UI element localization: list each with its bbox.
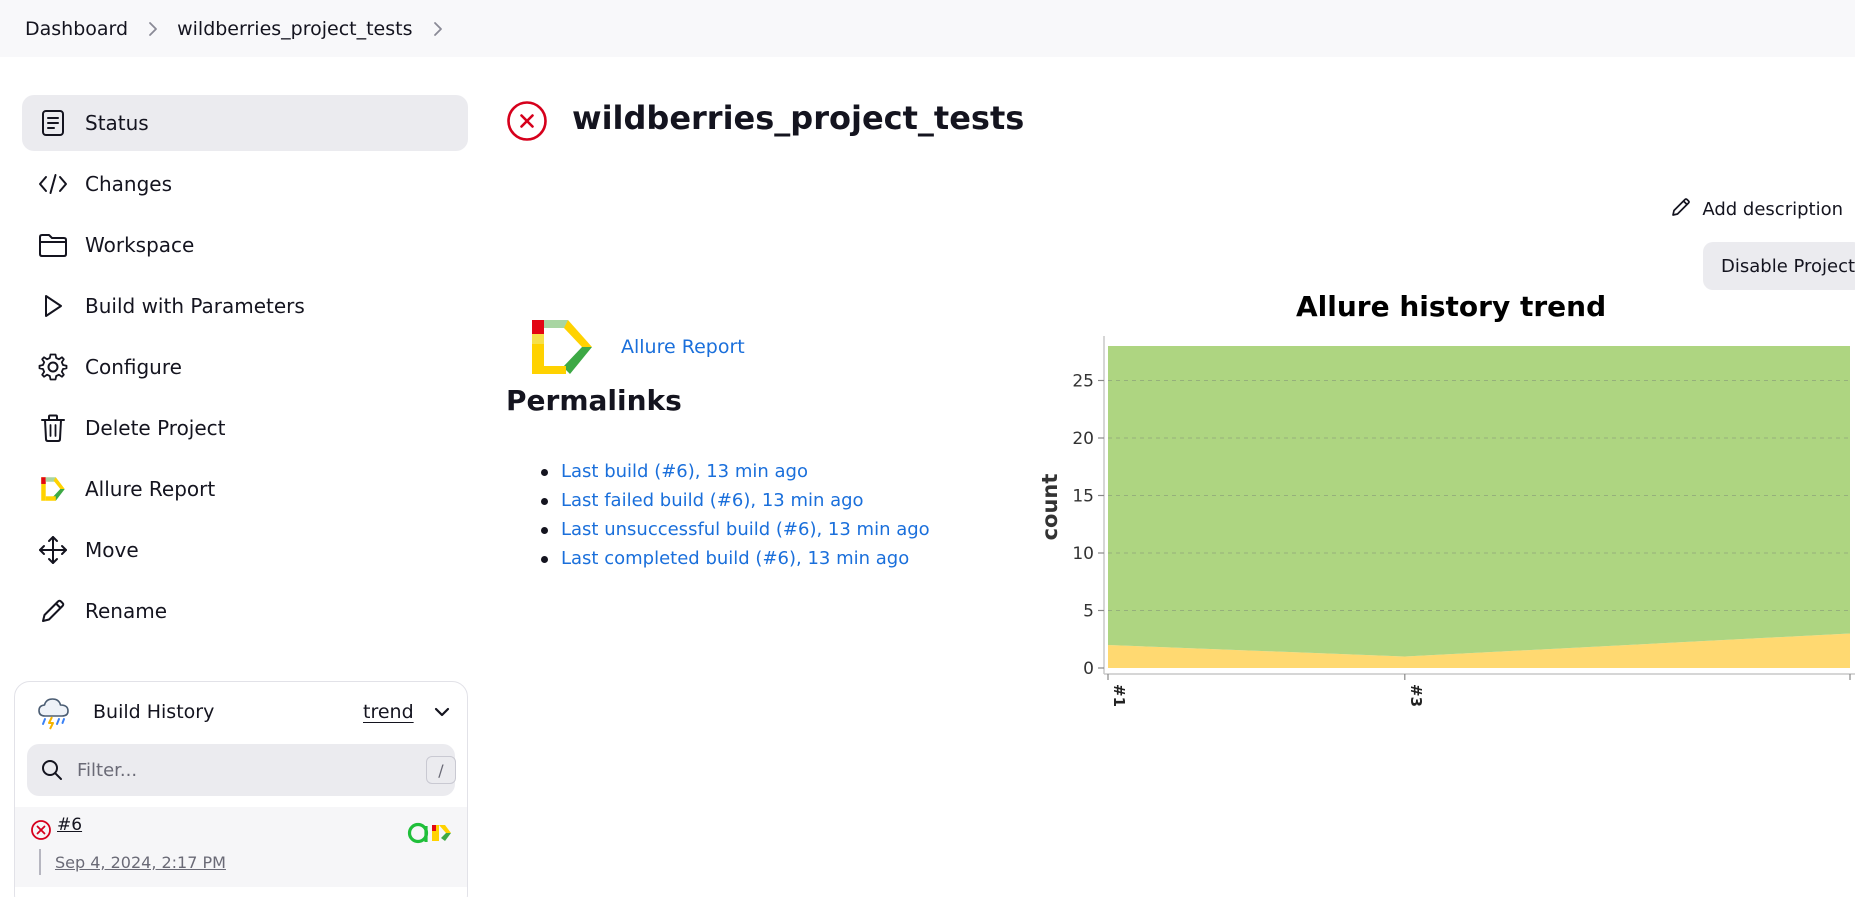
chevron-right-icon[interactable] <box>433 21 443 37</box>
allure-logo-icon <box>38 474 68 504</box>
build-history-header: Build History trend <box>15 682 467 742</box>
y-tick-label: 10 <box>1072 544 1094 564</box>
build-number-link[interactable]: #6 <box>57 815 82 835</box>
build-history-trend-link[interactable]: trend <box>363 701 414 723</box>
sidebar-item-label: Move <box>85 538 139 562</box>
allure-report-link[interactable]: Allure Report <box>621 336 745 358</box>
sidebar-item-move[interactable]: Move <box>22 522 468 578</box>
sidebar-item-label: Configure <box>85 355 182 379</box>
breadcrumb-dashboard[interactable]: Dashboard <box>25 18 128 40</box>
build-filter-box: / <box>27 744 456 796</box>
gear-icon <box>38 352 68 382</box>
failed-status-icon <box>30 819 52 845</box>
sidebar: Status Changes Workspace Build with Para… <box>22 95 468 644</box>
permalink-last-unsuccessful-build[interactable]: Last unsuccessful build (#6), 13 min ago <box>561 519 930 540</box>
allure-logo-icon[interactable] <box>530 318 594 380</box>
breadcrumb: Dashboard wildberries_project_tests <box>0 0 1855 57</box>
sidebar-item-label: Build with Parameters <box>85 294 305 318</box>
sidebar-item-label: Changes <box>85 172 172 196</box>
y-tick-label: 20 <box>1072 429 1094 449</box>
x-tick-label: #1 <box>1110 684 1128 707</box>
build-timeline-line <box>39 849 41 875</box>
list-item: Last unsuccessful build (#6), 13 min ago <box>541 518 930 547</box>
pencil-icon <box>38 596 68 626</box>
sidebar-item-changes[interactable]: Changes <box>22 156 468 212</box>
sidebar-item-status[interactable]: Status <box>22 95 468 151</box>
keyboard-shortcut-hint: / <box>426 756 456 784</box>
trash-icon <box>38 413 68 443</box>
chart-svg: 0510152025#1 #3 #6count <box>1038 336 1855 707</box>
breadcrumb-project[interactable]: wildberries_project_tests <box>177 18 412 40</box>
add-description-label: Add description <box>1702 199 1843 220</box>
x-tick-label: #3 <box>1407 684 1425 707</box>
build-history-title: Build History <box>93 701 215 723</box>
weather-storm-icon <box>37 696 71 734</box>
sidebar-item-delete-project[interactable]: Delete Project <box>22 400 468 456</box>
disable-project-button[interactable]: Disable Project <box>1703 242 1855 290</box>
sidebar-item-rename[interactable]: Rename <box>22 583 468 639</box>
pencil-icon <box>1670 196 1702 223</box>
add-description-link[interactable]: Add description <box>1670 196 1843 223</box>
sidebar-item-configure[interactable]: Configure <box>22 339 468 395</box>
search-icon <box>40 758 64 786</box>
build-date-link[interactable]: Sep 4, 2024, 2:17 PM <box>55 853 226 872</box>
y-tick-label: 15 <box>1072 487 1094 507</box>
y-tick-label: 25 <box>1072 372 1094 392</box>
list-item: Last completed build (#6), 13 min ago <box>541 547 930 576</box>
chevron-down-icon[interactable] <box>433 704 451 723</box>
sidebar-item-label: Rename <box>85 599 168 623</box>
sidebar-item-build-with-parameters[interactable]: Build with Parameters <box>22 278 468 334</box>
list-item: Last build (#6), 13 min ago <box>541 460 930 489</box>
play-icon <box>38 291 68 321</box>
list-item: Last failed build (#6), 13 min ago <box>541 489 930 518</box>
code-icon <box>38 169 68 199</box>
y-tick-label: 0 <box>1083 659 1094 679</box>
permalink-last-completed-build[interactable]: Last completed build (#6), 13 min ago <box>561 548 909 569</box>
folder-icon <box>38 230 68 260</box>
allure-build-badge-icon[interactable] <box>407 821 453 849</box>
build-filter-input[interactable] <box>77 754 377 786</box>
area-series-1 <box>1108 346 1850 657</box>
sidebar-item-label: Delete Project <box>85 416 226 440</box>
allure-history-trend-chart[interactable]: 0 5 10 15 20 25 #1 #3 #6 count <box>1038 284 1855 714</box>
permalink-last-failed-build[interactable]: Last failed build (#6), 13 min ago <box>561 490 864 511</box>
permalink-last-build[interactable]: Last build (#6), 13 min ago <box>561 461 808 482</box>
sidebar-item-label: Allure Report <box>85 477 216 501</box>
sidebar-item-label: Status <box>85 111 149 135</box>
sidebar-item-label: Workspace <box>85 233 195 257</box>
page-title: wildberries_project_tests <box>572 99 1025 137</box>
permalinks-heading: Permalinks <box>506 384 682 417</box>
y-axis-label: count <box>1038 474 1062 541</box>
y-tick-label: 5 <box>1083 602 1094 622</box>
build-row[interactable]: #6 Sep 4, 2024, 2:17 PM <box>15 807 467 887</box>
sidebar-item-allure-report[interactable]: Allure Report <box>22 461 468 517</box>
sidebar-item-workspace[interactable]: Workspace <box>22 217 468 273</box>
permalinks-list: Last build (#6), 13 min ago Last failed … <box>541 460 930 576</box>
move-icon <box>38 535 68 565</box>
failed-status-icon <box>506 100 548 146</box>
chevron-right-icon[interactable] <box>148 21 158 37</box>
build-history-panel: Build History trend / #6 Sep 4, 2024, 2:… <box>14 681 468 897</box>
status-icon <box>38 108 68 138</box>
